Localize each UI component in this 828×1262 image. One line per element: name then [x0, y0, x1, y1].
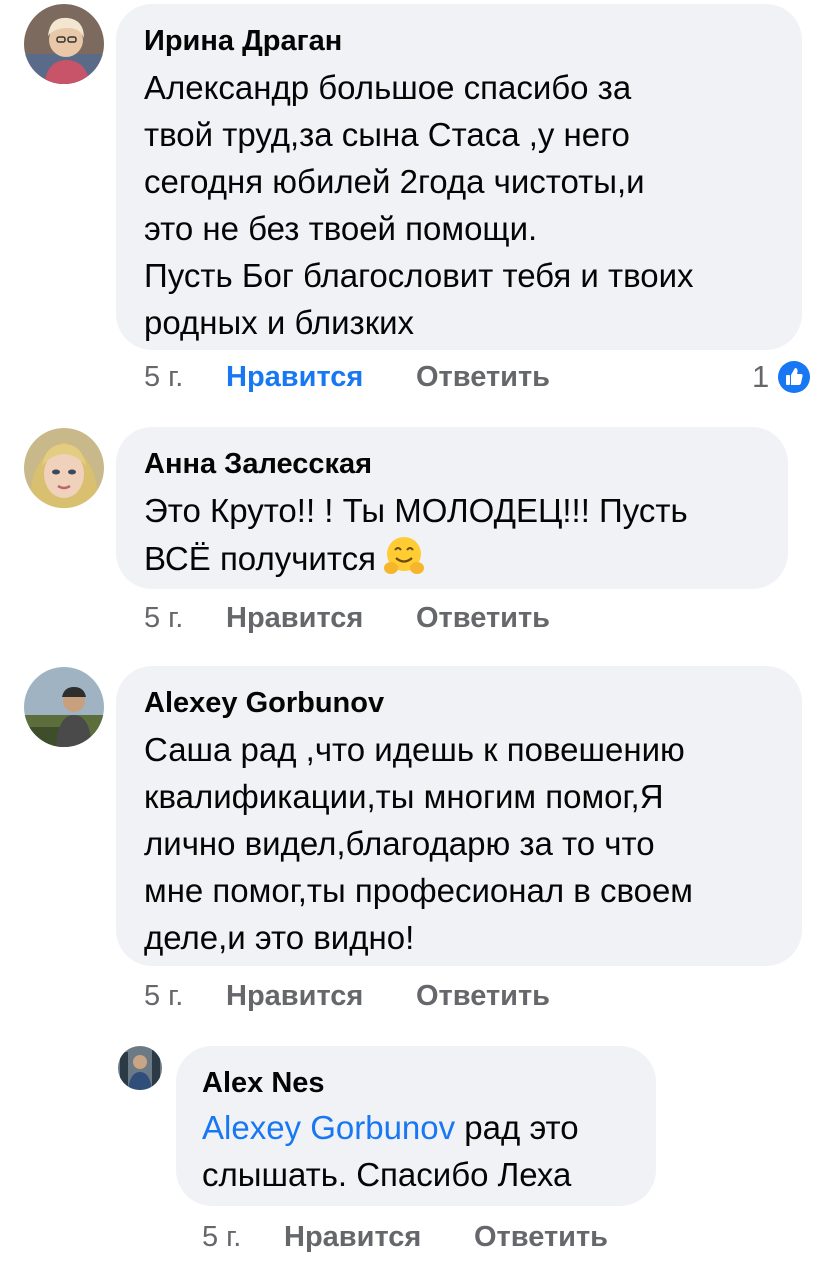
avatar-alexey-gorbunov[interactable]	[24, 667, 104, 747]
comment-text-line: Пусть Бог благословит тебя и твоих	[144, 257, 694, 294]
like-button[interactable]: Нравится	[226, 978, 363, 1014]
avatar-image	[24, 667, 104, 747]
timestamp[interactable]: 5 г.	[144, 359, 183, 395]
avatar-anna-zalesskaya[interactable]	[24, 428, 104, 508]
comment-text-line: Александр большое спасибо за	[144, 69, 632, 106]
reply-text-line: Alexey Gorbunov рад это	[202, 1104, 579, 1151]
comment-text-line: лично видел,благодарю за то что	[144, 825, 655, 862]
thumbs-up-icon	[778, 361, 810, 393]
reply-button[interactable]: Ответить	[416, 359, 550, 395]
comment-text-line: родных и близких	[144, 304, 415, 341]
comment-text-line-with-emoji: ВСЁ получится	[144, 534, 688, 582]
reaction-count: 1	[752, 359, 770, 394]
timestamp[interactable]: 5 г.	[144, 978, 183, 1014]
reply-button[interactable]: Ответить	[416, 600, 550, 636]
reply-text-fragment: рад это	[455, 1109, 579, 1146]
comment-actions: 5 г. Нравится Ответить	[144, 600, 784, 636]
timestamp[interactable]: 5 г.	[144, 600, 183, 636]
avatar-image	[118, 1046, 162, 1090]
comment-text-line: это не без твоей помощи.	[144, 210, 538, 247]
avatar-alex-nes[interactable]	[118, 1046, 162, 1090]
comment-text-line: сегодня юбилей 2года чистоты,и	[144, 163, 645, 200]
reaction-summary[interactable]: 1	[752, 359, 814, 395]
comment-text-line: твой труд,за сына Стаса ,у него	[144, 116, 630, 153]
comment-text-line: Это Круто!! ! Ты МОЛОДЕЦ!!! Пусть	[144, 492, 688, 529]
mention-link[interactable]: Alexey Gorbunov	[202, 1109, 455, 1146]
avatar-irina-dragan[interactable]	[24, 4, 104, 84]
comment-text-line: мне помог,ты професионал в своем	[144, 872, 693, 909]
avatar-image	[24, 428, 104, 508]
comment-author[interactable]: Анна Залесская	[144, 447, 372, 481]
reply-button[interactable]: Ответить	[416, 978, 550, 1014]
reply-button[interactable]: Ответить	[474, 1219, 608, 1255]
comment-text: Это Круто!! ! Ты МОЛОДЕЦ!!! Пусть ВСЁ по…	[144, 487, 688, 582]
hugging-face-emoji	[383, 537, 424, 574]
reply-text-line: слышать. Спасибо Леха	[202, 1156, 572, 1193]
comment-author[interactable]: Ирина Драган	[144, 24, 342, 58]
comment-author[interactable]: Alexey Gorbunov	[144, 686, 384, 720]
reply-actions: 5 г. Нравится Ответить	[202, 1219, 802, 1255]
comment-actions: 5 г. Нравится Ответить	[144, 359, 784, 395]
comment-text: Саша рад ,что идешь к повешению квалифик…	[144, 726, 693, 961]
avatar-image	[24, 4, 104, 84]
comment-text-line: квалификации,ты многим помог,Я	[144, 778, 664, 815]
reply-text: Alexey Gorbunov рад это слышать. Спасибо…	[202, 1104, 579, 1198]
like-button[interactable]: Нравится	[226, 359, 363, 395]
comment-text-fragment: ВСЁ получится	[144, 540, 376, 577]
comment-text-line: Саша рад ,что идешь к повешению	[144, 731, 685, 768]
comment-text-line: деле,и это видно!	[144, 919, 415, 956]
like-button[interactable]: Нравится	[226, 600, 363, 636]
like-button[interactable]: Нравится	[284, 1219, 421, 1255]
comment-text: Александр большое спасибо за твой труд,з…	[144, 64, 694, 346]
timestamp[interactable]: 5 г.	[202, 1219, 241, 1255]
reply-author[interactable]: Alex Nes	[202, 1066, 325, 1100]
comment-actions: 5 г. Нравится Ответить	[144, 978, 784, 1014]
